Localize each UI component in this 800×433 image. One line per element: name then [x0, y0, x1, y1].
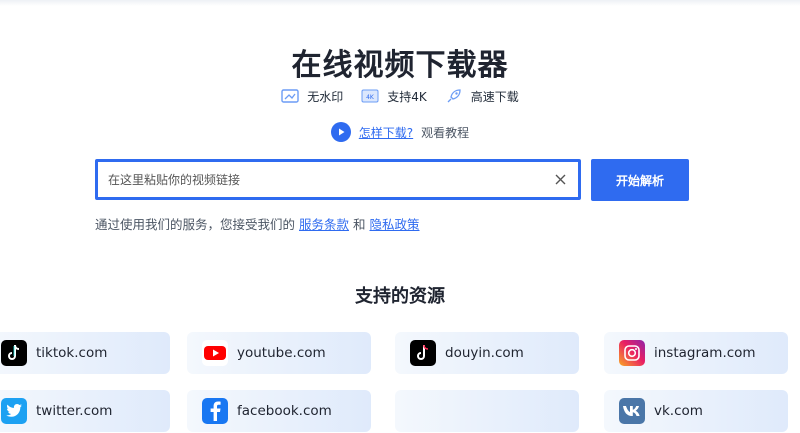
source-label: twitter.com — [36, 403, 113, 419]
page-title: 在线视频下载器 — [291, 48, 509, 83]
privacy-policy-link[interactable]: 隐私政策 — [370, 217, 420, 232]
close-icon[interactable] — [552, 172, 568, 188]
4k-icon: 4K — [361, 87, 379, 105]
top-border — [0, 0, 800, 6]
source-label: youtube.com — [237, 345, 326, 361]
howto-link[interactable]: 怎样下载? — [359, 124, 413, 141]
source-label: instagram.com — [654, 345, 756, 361]
feature-high-speed: 高速下载 — [445, 87, 519, 105]
feature-no-watermark: 无水印 — [281, 87, 343, 105]
howto-text: 观看教程 — [421, 125, 470, 140]
supported-sources-title: 支持的资源 — [355, 286, 445, 307]
page: 在线视频下载器 无水印 4K 支持4K 高速下载 怎样下载? 观看教程 在这里粘… — [0, 0, 800, 433]
source-label: facebook.com — [237, 403, 332, 419]
facebook-icon — [202, 398, 228, 424]
terms-prefix: 通过使用我们的服务，您接受我们的 — [95, 217, 296, 232]
vk-icon — [619, 398, 645, 424]
start-parse-button[interactable]: 开始解析 — [591, 159, 689, 201]
source-card-facebook[interactable]: facebook.com — [187, 390, 371, 432]
source-label: vk.com — [654, 403, 703, 419]
source-card-youtube[interactable]: youtube.com — [187, 332, 371, 374]
source-label: douyin.com — [445, 345, 524, 361]
source-card-tiktok[interactable]: tiktok.com — [0, 332, 170, 374]
howto-row: 怎样下载? 观看教程 — [0, 122, 800, 142]
twitter-icon — [1, 398, 27, 424]
rocket-icon — [445, 87, 463, 105]
terms-text: 通过使用我们的服务，您接受我们的 服务条款 和 隐私政策 — [95, 214, 420, 233]
feature-4k: 4K 支持4K — [361, 87, 427, 105]
source-card-twitter[interactable]: twitter.com — [0, 390, 170, 432]
source-card-douyin[interactable]: douyin.com — [395, 332, 579, 374]
douyin-icon — [410, 340, 436, 366]
youtube-icon — [202, 340, 228, 366]
feature-label: 高速下载 — [470, 89, 519, 104]
feature-label: 无水印 — [307, 89, 344, 104]
no-watermark-icon — [281, 87, 299, 105]
source-card-empty[interactable] — [395, 390, 579, 432]
source-card-vk[interactable]: vk.com — [604, 390, 788, 432]
play-icon[interactable] — [330, 122, 351, 142]
terms-of-service-link[interactable]: 服务条款 — [299, 217, 349, 232]
svg-text:4K: 4K — [366, 94, 375, 101]
instagram-icon — [619, 340, 645, 366]
url-input-box — [95, 159, 581, 200]
feature-label: 支持4K — [387, 89, 427, 104]
url-input[interactable] — [108, 172, 552, 187]
tiktok-icon — [1, 340, 27, 366]
source-label: tiktok.com — [36, 345, 108, 361]
feature-list: 无水印 4K 支持4K 高速下载 — [0, 87, 800, 105]
source-card-instagram[interactable]: instagram.com — [604, 332, 788, 374]
terms-and: 和 — [353, 217, 366, 232]
